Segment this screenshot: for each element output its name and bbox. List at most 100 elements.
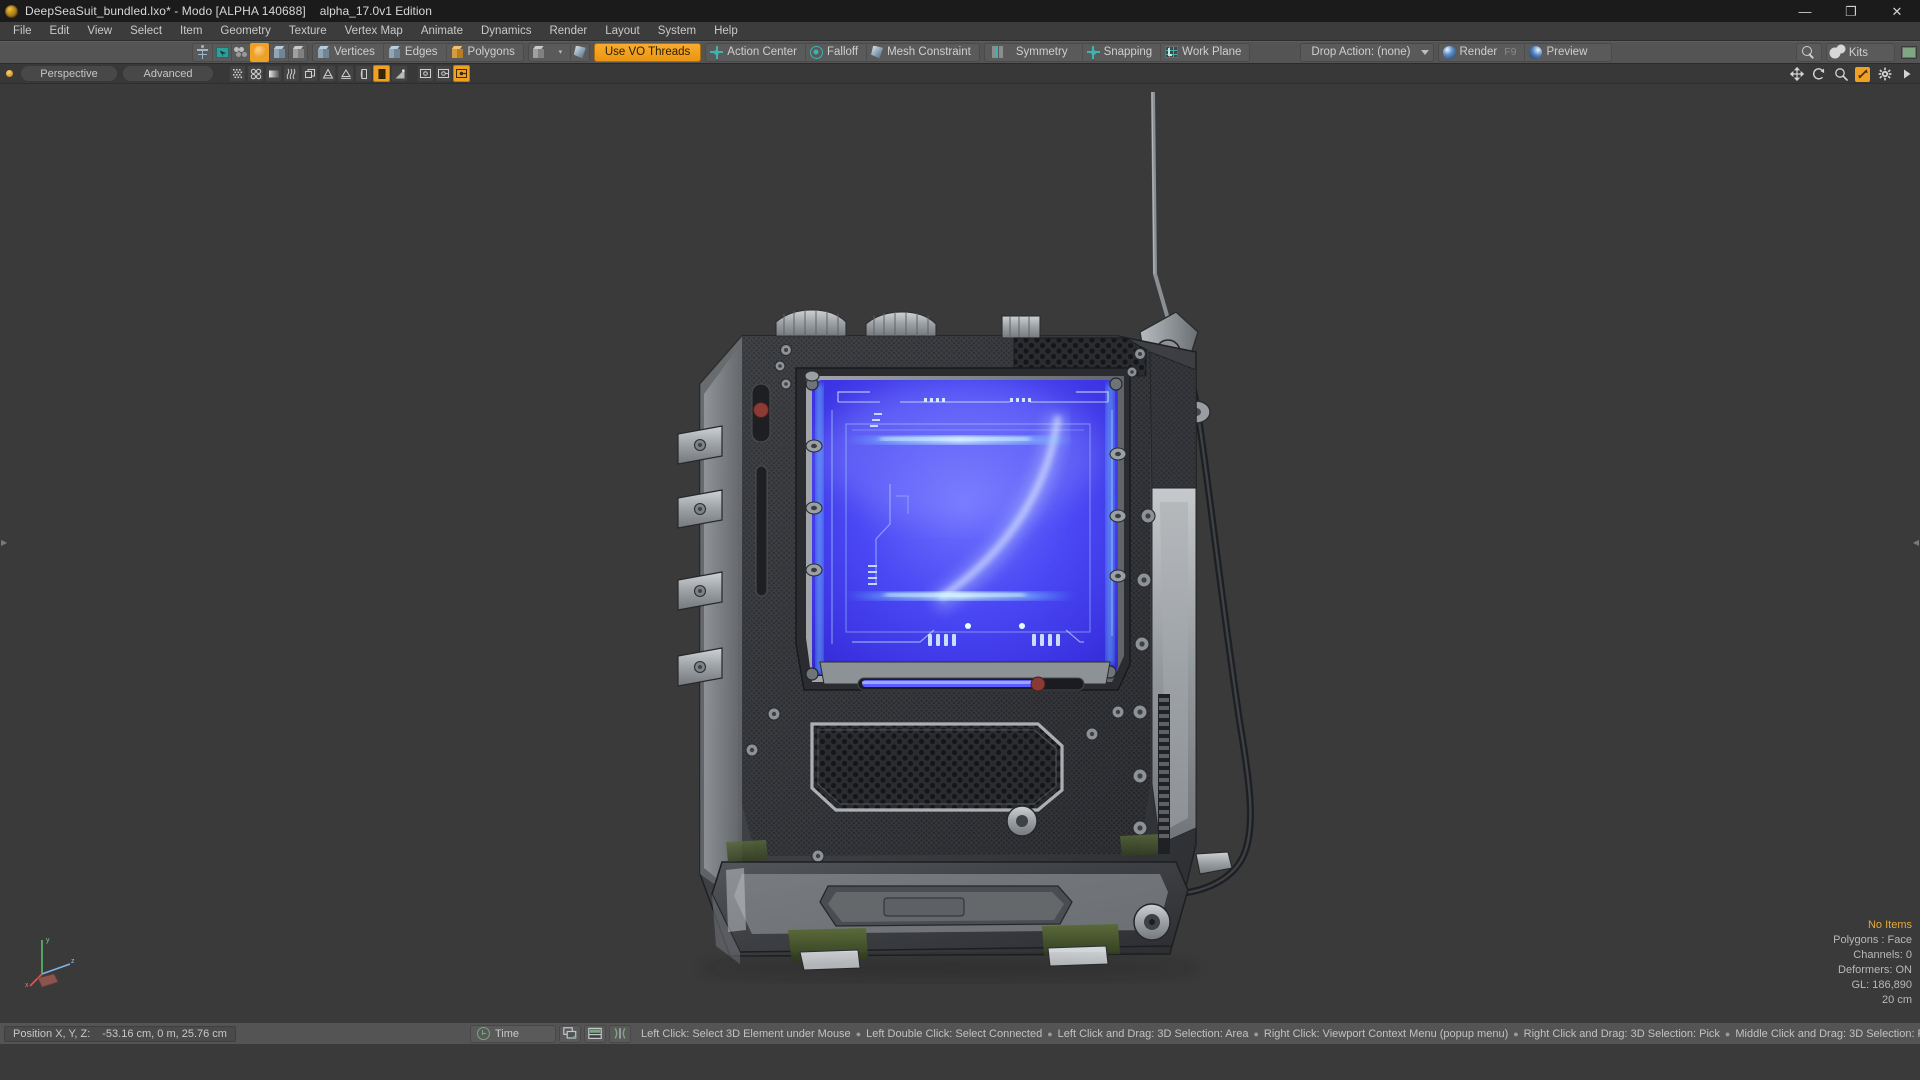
symmetry-toggle[interactable]: Symmetry [985, 43, 1082, 62]
dot-square-arrow-icon-button[interactable] [435, 65, 452, 82]
cube-grey-icon [532, 45, 545, 59]
cursor-select-icon-button[interactable] [212, 42, 231, 62]
viewport-settings-gear-icon-button[interactable] [1877, 67, 1892, 82]
menu-dynamics[interactable]: Dynamics [472, 22, 540, 41]
gradient-square-icon-button[interactable] [265, 65, 282, 82]
kits-group: Kits [1825, 43, 1895, 62]
split-horizontal-icon-button[interactable] [583, 1024, 606, 1043]
lamp-wire-icon-button[interactable] [337, 65, 354, 82]
menu-render[interactable]: Render [540, 22, 596, 41]
menu-select[interactable]: Select [121, 22, 171, 41]
menu-texture[interactable]: Texture [280, 22, 336, 41]
position-readout: Position X, Y, Z: -53.16 cm, 0 m, 25.76 … [4, 1025, 236, 1042]
wavy-lines-icon-button[interactable] [283, 65, 300, 82]
view-mode-selector[interactable]: Perspective [21, 66, 117, 81]
dot-square-active-icon [456, 69, 467, 78]
concentric-circles-icon [809, 45, 823, 59]
mode-polygons[interactable]: Polygons [445, 42, 523, 62]
shading-mode-selector[interactable]: Advanced [123, 66, 213, 81]
hint-separator-2: ● [1253, 1028, 1259, 1039]
menu-file[interactable]: File [4, 22, 41, 41]
close-button[interactable]: ✕ [1874, 0, 1920, 22]
blob-item-icon-button[interactable] [250, 42, 269, 62]
use-vo-threads-toggle[interactable]: Use VO Threads [593, 42, 702, 62]
dot-square-icon-button[interactable] [417, 65, 434, 82]
cube-mode-icon-button[interactable] [269, 42, 288, 62]
snapping-toggle[interactable]: Snapping [1081, 42, 1161, 62]
page-fold-icon [360, 68, 367, 79]
render-label: Render [1459, 46, 1498, 58]
menu-vertex-map[interactable]: Vertex Map [336, 22, 412, 41]
menu-animate[interactable]: Animate [412, 22, 472, 41]
zoom-magnifier-icon-button[interactable] [1833, 67, 1848, 82]
kits-button[interactable]: Kits [1827, 43, 1894, 62]
circles-pattern-icon [250, 68, 261, 79]
preview-button[interactable]: Preview [1524, 42, 1611, 62]
play-arrow-icon-button[interactable] [1899, 67, 1914, 82]
falloff-toggle[interactable]: Falloff [804, 42, 866, 62]
menu-item[interactable]: Item [171, 22, 211, 41]
drop-action-dropdown[interactable]: Drop Action: (none) [1300, 42, 1434, 62]
mesh-constraint-toggle[interactable]: Mesh Constraint [866, 42, 979, 62]
circles-pattern-icon-button[interactable] [247, 65, 264, 82]
drop-constraint-icon [871, 45, 884, 59]
layout-screen-icon[interactable] [1901, 46, 1917, 59]
rotate-icon-button[interactable] [1811, 67, 1826, 82]
mode-vertices[interactable]: Vertices [313, 43, 383, 62]
time-label: Time [494, 1027, 520, 1040]
menu-view[interactable]: View [78, 22, 121, 41]
modo-ball-icon [5, 4, 18, 18]
split-horizontal-icon [588, 1027, 602, 1039]
action-center-group: Action Center Falloff Mesh Constraint [705, 42, 980, 62]
action-center-label: Action Center [727, 46, 797, 58]
menu-layout[interactable]: Layout [596, 22, 649, 41]
frame-outline-icon-button[interactable] [301, 65, 318, 82]
figure-scale-icon-button[interactable] [193, 43, 212, 62]
minimize-button[interactable]: — [1782, 0, 1828, 22]
dot-square-active-icon-button[interactable] [453, 65, 470, 82]
menu-help[interactable]: Help [705, 22, 747, 41]
lamp-wire-icon [340, 68, 351, 79]
time-field[interactable]: Time [469, 1024, 556, 1043]
fit-expand-icon [1857, 69, 1868, 79]
viewport-3d-scene[interactable]: No Items Polygons : Face Channels: 0 Def… [0, 84, 1920, 1022]
selection-set-dropdown[interactable]: ▾ [548, 43, 570, 62]
statusbar-center-controls: Time [469, 1024, 631, 1043]
vertices-dots-icon-button[interactable] [231, 42, 250, 62]
cylinder-mode-icon-button[interactable] [288, 42, 307, 62]
menu-system[interactable]: System [649, 22, 705, 41]
split-vertical-icon-button[interactable] [608, 1024, 631, 1043]
action-center-toggle[interactable]: Action Center [706, 43, 805, 62]
page-fold-icon-button[interactable] [355, 65, 372, 82]
position-label: Position X, Y, Z: [13, 1027, 91, 1040]
material-button[interactable] [569, 42, 589, 62]
cone-wire-icon-button[interactable] [319, 65, 336, 82]
svg-text:y: y [46, 937, 50, 944]
menu-geometry[interactable]: Geometry [211, 22, 280, 41]
hint-separator-1: ● [1047, 1028, 1053, 1039]
copy-windows-icon-button[interactable] [558, 1024, 581, 1043]
selection-set-button[interactable] [529, 43, 548, 62]
dither-pattern-icon-button[interactable] [229, 65, 246, 82]
render-button[interactable]: Render F9 [1439, 43, 1525, 62]
left-panel-expand-arrow[interactable]: ▶ [1, 539, 7, 547]
axis-gizmo: y z x [25, 937, 75, 989]
clock-icon [476, 1027, 490, 1040]
book-pages-icon-button[interactable] [373, 65, 390, 82]
chevron-down-icon [1420, 49, 1429, 55]
viewport-display-icons [229, 65, 470, 82]
hint-separator-3: ● [1513, 1028, 1519, 1039]
work-plane-toggle[interactable]: Work Plane [1160, 42, 1249, 62]
maximize-button[interactable]: ❐ [1828, 0, 1874, 22]
svg-text:z: z [71, 958, 75, 965]
viewport-menu-dot-icon[interactable] [6, 70, 13, 77]
pan-move-icon-button[interactable] [1789, 67, 1804, 82]
menu-edit[interactable]: Edit [41, 22, 79, 41]
right-panel-expand-arrow[interactable]: ◀ [1913, 539, 1919, 547]
corner-shade-icon-button[interactable] [391, 65, 408, 82]
rotate-icon [1812, 68, 1824, 80]
mode-edges[interactable]: Edges [382, 42, 446, 62]
fit-expand-icon-button[interactable] [1855, 66, 1870, 82]
zoom-magnifier-icon [1834, 68, 1848, 81]
search-button[interactable] [1797, 43, 1821, 62]
